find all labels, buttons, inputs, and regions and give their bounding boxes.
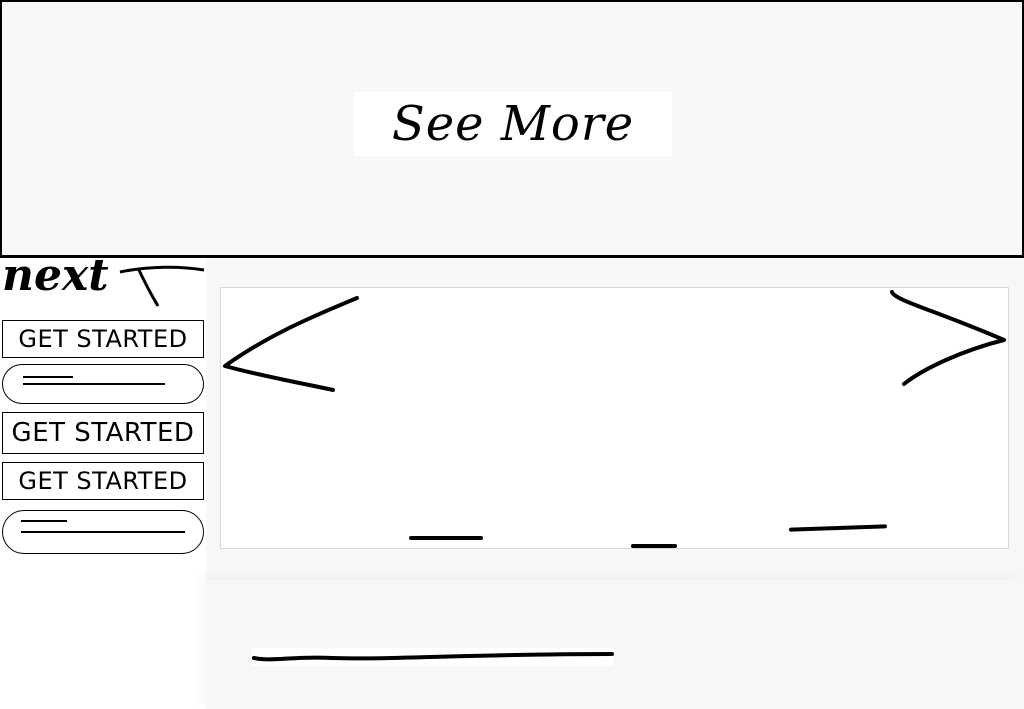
- field-placeholder-line: [21, 520, 67, 522]
- field-placeholder-line: [23, 383, 165, 385]
- next-link[interactable]: next: [0, 250, 206, 310]
- get-started-button-2[interactable]: GET STARTED: [2, 412, 204, 454]
- carousel-dot[interactable]: [631, 544, 677, 548]
- image-carousel: [220, 287, 1009, 549]
- carousel-dot[interactable]: [788, 524, 888, 532]
- chevron-left-icon[interactable]: [221, 288, 361, 398]
- text-field-1[interactable]: [2, 364, 204, 404]
- field-placeholder-line: [21, 531, 185, 533]
- chevron-right-icon[interactable]: [884, 288, 1008, 388]
- sidebar: next GET STARTED GET STARTED GET STARTED: [0, 250, 206, 709]
- text-field-2[interactable]: [2, 510, 204, 554]
- see-more-button[interactable]: See More: [354, 92, 672, 156]
- get-started-button-1[interactable]: GET STARTED: [2, 320, 204, 358]
- carousel-dot[interactable]: [409, 536, 483, 540]
- header-banner: See More: [0, 0, 1024, 258]
- next-underline-stroke: [119, 265, 205, 307]
- get-started-button-3[interactable]: GET STARTED: [2, 462, 204, 500]
- content-panel: [206, 580, 1024, 709]
- text-placeholder-line: [252, 648, 614, 666]
- field-placeholder-line: [23, 376, 73, 378]
